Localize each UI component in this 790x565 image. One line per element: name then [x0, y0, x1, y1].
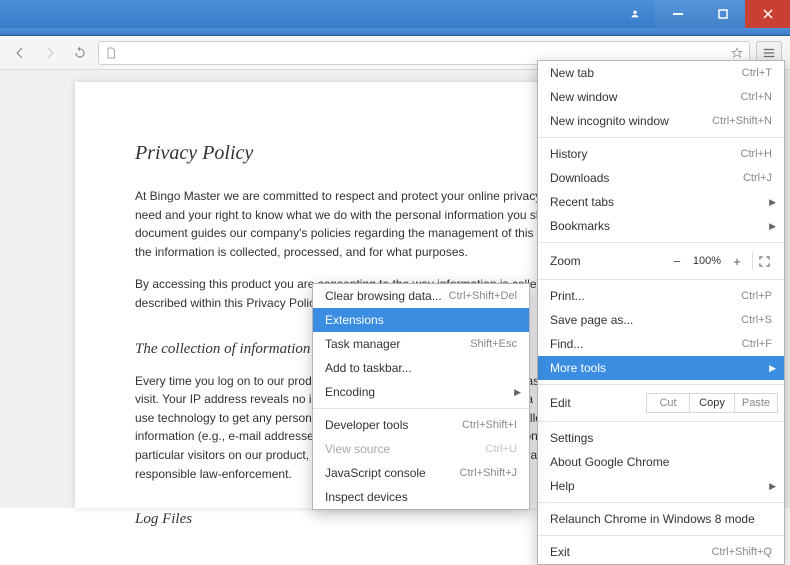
submenu-inspect-devices[interactable]: Inspect devices — [313, 485, 529, 509]
menu-downloads[interactable]: DownloadsCtrl+J — [538, 166, 784, 190]
minimize-button[interactable] — [655, 0, 700, 28]
submenu-js-console[interactable]: JavaScript consoleCtrl+Shift+J — [313, 461, 529, 485]
menu-history[interactable]: HistoryCtrl+H — [538, 142, 784, 166]
menu-help[interactable]: Help▶ — [538, 474, 784, 498]
chevron-right-icon: ▶ — [514, 387, 521, 398]
menu-print[interactable]: Print...Ctrl+P — [538, 284, 784, 308]
menu-zoom-row: Zoom − 100% + — [538, 247, 784, 275]
fullscreen-button[interactable] — [752, 252, 776, 270]
submenu-developer-tools[interactable]: Developer toolsCtrl+Shift+I — [313, 413, 529, 437]
window-titlebar — [0, 0, 790, 28]
close-button[interactable] — [745, 0, 790, 28]
menu-new-tab[interactable]: New tabCtrl+T — [538, 61, 784, 85]
more-tools-submenu: Clear browsing data...Ctrl+Shift+Del Ext… — [312, 283, 530, 510]
chevron-right-icon: ▶ — [769, 481, 776, 492]
menu-new-incognito[interactable]: New incognito windowCtrl+Shift+N — [538, 109, 784, 133]
submenu-clear-browsing-data[interactable]: Clear browsing data...Ctrl+Shift+Del — [313, 284, 529, 308]
chrome-main-menu: New tabCtrl+T New windowCtrl+N New incog… — [537, 60, 785, 565]
star-icon[interactable] — [731, 47, 743, 59]
cut-button[interactable]: Cut — [646, 393, 690, 413]
zoom-in-button[interactable]: + — [726, 254, 748, 269]
chevron-right-icon: ▶ — [769, 363, 776, 374]
menu-relaunch-win8[interactable]: Relaunch Chrome in Windows 8 mode — [538, 507, 784, 531]
copy-button[interactable]: Copy — [690, 393, 734, 413]
forward-button[interactable] — [38, 41, 62, 65]
menu-find[interactable]: Find...Ctrl+F — [538, 332, 784, 356]
user-icon[interactable] — [615, 0, 655, 28]
submenu-view-source: View sourceCtrl+U — [313, 437, 529, 461]
chevron-right-icon: ▶ — [769, 197, 776, 208]
menu-more-tools[interactable]: More tools▶ — [538, 356, 784, 380]
menu-edit-row: Edit Cut Copy Paste — [538, 389, 784, 417]
zoom-value: 100% — [688, 255, 726, 267]
submenu-task-manager[interactable]: Task managerShift+Esc — [313, 332, 529, 356]
maximize-button[interactable] — [700, 0, 745, 28]
menu-recent-tabs[interactable]: Recent tabs▶ — [538, 190, 784, 214]
back-button[interactable] — [8, 41, 32, 65]
edit-label: Edit — [550, 396, 646, 410]
menu-exit[interactable]: ExitCtrl+Shift+Q — [538, 540, 784, 564]
menu-new-window[interactable]: New windowCtrl+N — [538, 85, 784, 109]
page-icon — [105, 47, 117, 59]
submenu-extensions[interactable]: Extensions — [313, 308, 529, 332]
zoom-out-button[interactable]: − — [666, 254, 688, 269]
menu-about[interactable]: About Google Chrome — [538, 450, 784, 474]
zoom-label: Zoom — [550, 254, 666, 268]
menu-bookmarks[interactable]: Bookmarks▶ — [538, 214, 784, 238]
menu-settings[interactable]: Settings — [538, 426, 784, 450]
submenu-add-to-taskbar[interactable]: Add to taskbar... — [313, 356, 529, 380]
paste-button[interactable]: Paste — [734, 393, 778, 413]
chevron-right-icon: ▶ — [769, 221, 776, 232]
tab-strip — [0, 28, 790, 36]
submenu-encoding[interactable]: Encoding▶ — [313, 380, 529, 404]
menu-save-page[interactable]: Save page as...Ctrl+S — [538, 308, 784, 332]
reload-button[interactable] — [68, 41, 92, 65]
